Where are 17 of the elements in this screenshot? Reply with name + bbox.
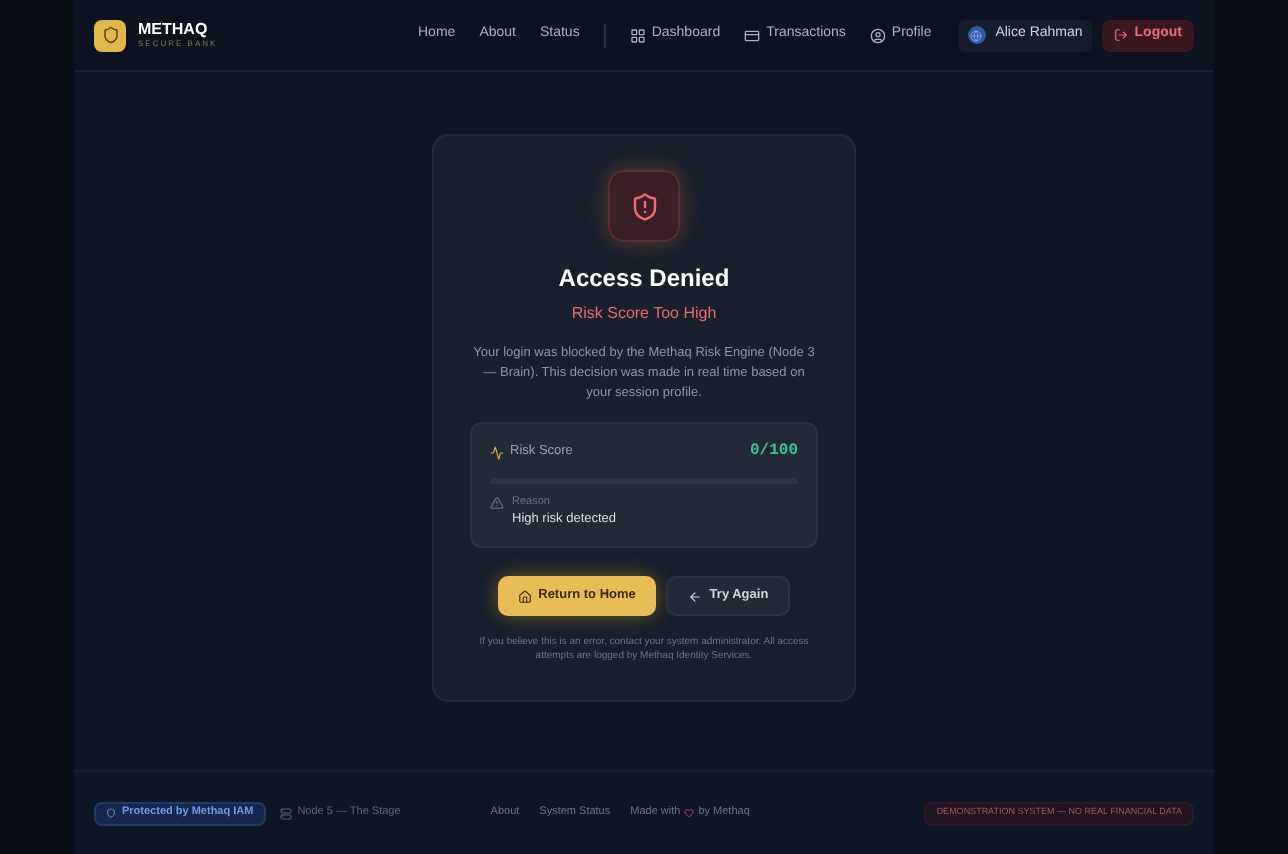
logo-icon (94, 19, 126, 51)
avatar-icon (967, 26, 986, 44)
risk-reading: 0/100 (749, 440, 798, 464)
heart-icon (684, 808, 695, 818)
home-icon (518, 589, 533, 603)
server-icon (279, 807, 292, 819)
shield-alert-icon (608, 170, 680, 242)
warning-icon (490, 496, 504, 510)
user-icon (869, 27, 886, 43)
card-title: Access Denied (558, 262, 730, 296)
card-icon (744, 27, 761, 43)
brand-name: METHAQ (138, 22, 210, 38)
card-subtitle: Risk Score Too High (571, 302, 717, 326)
arrow-left-icon (687, 589, 702, 603)
grid-icon (629, 27, 646, 43)
logout-icon (1114, 28, 1129, 42)
pulse-icon (490, 445, 504, 459)
